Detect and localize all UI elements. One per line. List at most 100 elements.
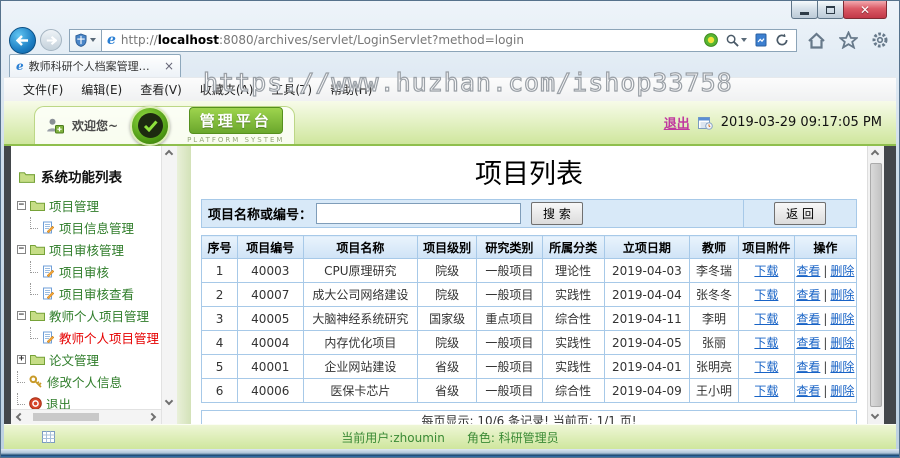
scroll-down-icon[interactable] — [164, 396, 174, 406]
sidebar-tree: 系统功能列表 − 项目管理 项目信息管理 − 项目审核管理 项目审核 项目审核查… — [17, 166, 161, 414]
brand-badge: 管理平台 PLATFORM SYSTEM — [187, 107, 284, 144]
search-input[interactable] — [316, 203, 522, 224]
col-project-name: 项目名称 — [302, 235, 419, 259]
brand-subtitle: PLATFORM SYSTEM — [187, 136, 285, 144]
favorites-star-icon[interactable] — [839, 31, 858, 49]
col-research-type: 研究类别 — [476, 235, 543, 259]
sidebar-item-project-info-mgmt[interactable]: 项目信息管理 — [17, 216, 161, 238]
delete-link[interactable]: 删除 — [830, 360, 854, 374]
main-vertical-scrollbar[interactable] — [867, 146, 884, 424]
expand-icon[interactable]: + — [17, 354, 26, 364]
col-teacher: 教师 — [688, 235, 740, 259]
logout-link[interactable]: 退出 — [664, 113, 690, 132]
menu-favorites[interactable]: 收藏夹(A) — [191, 81, 263, 98]
tree-elbow — [17, 392, 25, 405]
col-project-no: 项目编号 — [237, 235, 304, 259]
home-icon[interactable] — [807, 31, 826, 49]
active-item-label[interactable]: 教师个人项目管理 — [59, 328, 159, 347]
table-row: 4 40004 内存优化项目 院级 一般项目 实践性 2019-04-05 张丽 下载 查看 |… — [200, 330, 858, 355]
menu-view[interactable]: 查看(V) — [131, 81, 191, 98]
sidebar-item-paper-mgmt[interactable]: + 论文管理 — [17, 348, 161, 370]
sidebar-item-project-mgmt[interactable]: − 项目管理 — [17, 194, 161, 216]
settings-gear-icon[interactable] — [871, 31, 889, 49]
search-provider-icon[interactable] — [704, 33, 718, 47]
sidebar-item-edit-profile[interactable]: 修改个人信息 — [17, 370, 161, 392]
close-button[interactable]: ✕ — [843, 1, 887, 19]
sidebar-divider — [177, 146, 191, 424]
collapse-icon[interactable]: − — [17, 200, 26, 210]
view-link[interactable]: 查看 — [796, 264, 820, 278]
search-panel: 项目名称或编号： 搜 索 返 回 — [201, 199, 857, 228]
download-link[interactable]: 下载 — [754, 384, 778, 398]
search-icon — [726, 34, 739, 47]
scroll-up-icon[interactable] — [870, 149, 880, 159]
compatibility-button[interactable] — [69, 28, 101, 52]
page-icon[interactable] — [755, 33, 767, 47]
search-button[interactable]: 搜 索 — [531, 202, 583, 225]
page-title: 项目列表 — [475, 159, 583, 190]
folder-icon — [30, 353, 45, 365]
view-link[interactable]: 查看 — [796, 384, 820, 398]
sidebar-horizontal-scrollbar[interactable] — [11, 409, 161, 424]
scroll-up-icon[interactable] — [164, 149, 174, 159]
chevron-down-icon — [741, 38, 747, 42]
sidebar-item-teacher-project-mgmt[interactable]: 教师个人项目管理 — [17, 326, 161, 348]
view-link[interactable]: 查看 — [796, 360, 820, 374]
view-link[interactable]: 查看 — [796, 312, 820, 326]
table-row: 5 40001 企业网站建设 省级 一般项目 实践性 2019-04-01 张明亮 下载 查看… — [200, 354, 858, 379]
project-table: 序号 项目编号 项目名称 项目级别 研究类别 所属分类 立项日期 教师 项目附件… — [200, 235, 858, 403]
scrollbar-thumb[interactable] — [33, 413, 99, 421]
delete-link[interactable]: 删除 — [830, 288, 854, 302]
refresh-icon[interactable] — [775, 33, 789, 47]
download-link[interactable]: 下载 — [754, 288, 778, 302]
sidebar-item-project-audit-view[interactable]: 项目审核查看 — [17, 282, 161, 304]
forward-button[interactable] — [40, 29, 62, 51]
sidebar-item-audit-mgmt[interactable]: − 项目审核管理 — [17, 238, 161, 260]
return-button[interactable]: 返 回 — [774, 202, 826, 225]
maximize-button[interactable] — [817, 1, 844, 19]
delete-link[interactable]: 删除 — [830, 384, 854, 398]
delete-link[interactable]: 删除 — [830, 336, 854, 350]
menu-file[interactable]: 文件(F) — [14, 81, 72, 98]
minimize-button[interactable] — [791, 1, 818, 19]
download-link[interactable]: 下载 — [754, 360, 778, 374]
edit-doc-icon — [42, 265, 55, 278]
col-category: 所属分类 — [541, 235, 605, 259]
scrollbar-thumb[interactable] — [870, 163, 882, 407]
view-link[interactable]: 查看 — [796, 288, 820, 302]
view-link[interactable]: 查看 — [796, 336, 820, 350]
menu-tools[interactable]: 工具(T) — [262, 81, 321, 98]
menu-edit[interactable]: 编辑(E) — [72, 81, 131, 98]
maximize-icon — [826, 5, 835, 14]
sidebar-item-teacher-project-mgmt-group[interactable]: − 教师个人项目管理 — [17, 304, 161, 326]
collapse-icon[interactable]: − — [17, 244, 26, 254]
download-link[interactable]: 下载 — [754, 336, 778, 350]
tree-elbow — [30, 282, 38, 295]
search-label: 项目名称或编号： — [208, 208, 313, 223]
header-right: 退出 2019-03-29 09:17:05 PM — [664, 113, 882, 132]
pagination-bar: 每页显示: 10/6 条记录! 当前页: 1/1 页! — [201, 410, 857, 424]
ie-favicon: e — [16, 59, 24, 73]
tab-close-icon[interactable]: × — [164, 60, 174, 72]
minimize-icon — [800, 11, 809, 15]
scroll-left-icon[interactable] — [15, 412, 25, 422]
forward-arrow-icon — [46, 35, 57, 45]
sidebar-item-project-audit[interactable]: 项目审核 — [17, 260, 161, 282]
delete-link[interactable]: 删除 — [830, 264, 854, 278]
toolbar-right-icons — [807, 31, 889, 49]
menu-help[interactable]: 帮助(H) — [321, 81, 381, 98]
collapse-icon[interactable]: − — [17, 310, 26, 320]
address-bar[interactable]: e http://localhost:8080/archives/servlet… — [101, 28, 797, 52]
table-row: 3 40005 大脑神经系统研究 国家级 重点项目 综合性 2019-04-11 李明 下载 … — [200, 306, 858, 331]
scroll-right-icon[interactable] — [147, 412, 157, 422]
download-link[interactable]: 下载 — [754, 264, 778, 278]
welcome-panel: 欢迎您~ 管理平台 PLATFORM SYSTEM — [34, 105, 296, 146]
sidebar-vertical-scrollbar[interactable] — [161, 146, 177, 424]
browser-tab[interactable]: e 教师科研个人档案管理系统 × — [9, 54, 181, 77]
delete-link[interactable]: 删除 — [830, 312, 854, 326]
download-link[interactable]: 下载 — [754, 312, 778, 326]
search-dropdown[interactable] — [726, 34, 747, 47]
scroll-down-icon[interactable] — [870, 410, 880, 420]
table-row: 6 40006 医保卡芯片 省级 一般项目 综合性 2019-04-09 王小明 下载 查看 |… — [200, 378, 858, 403]
back-button[interactable] — [9, 26, 36, 54]
